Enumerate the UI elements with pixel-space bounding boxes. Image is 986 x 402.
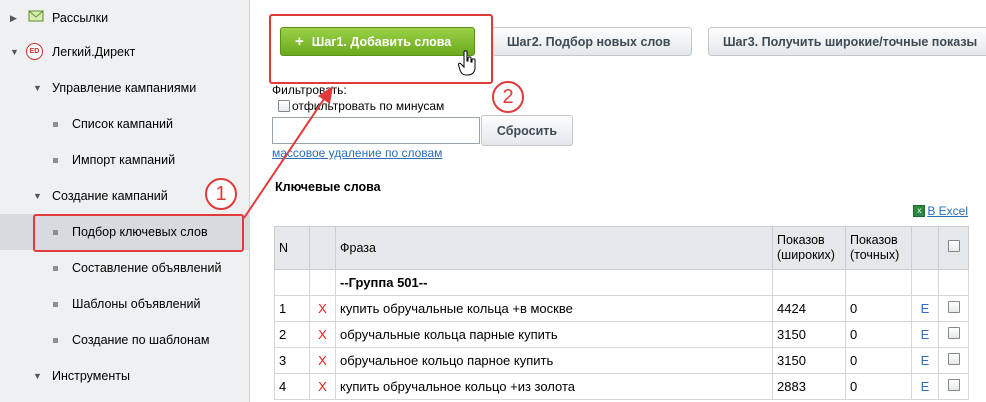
annotation-circle-2: 2 bbox=[492, 81, 524, 113]
excel-link-label: В Excel bbox=[927, 204, 968, 218]
row-phrase: купить обручальные кольца +в москве bbox=[335, 295, 773, 322]
col-header-phrase[interactable]: Фраза bbox=[335, 226, 773, 270]
col-header-edit bbox=[911, 226, 939, 270]
edit-row-button[interactable]: E bbox=[911, 373, 939, 400]
sidebar-item-label: Список кампаний bbox=[72, 117, 173, 131]
delete-row-button[interactable]: X bbox=[309, 295, 336, 322]
delete-row-button[interactable]: X bbox=[309, 347, 336, 374]
group-label: --Группа 501-- bbox=[335, 269, 773, 296]
expand-arrow-icon[interactable]: ▼ bbox=[33, 83, 42, 93]
sidebar-item-label: Импорт кампаний bbox=[72, 153, 176, 167]
table-header-row: N Фраза Показов (широких) Показов (точны… bbox=[274, 226, 969, 270]
row-broad: 4424 bbox=[772, 295, 846, 322]
row-exact: 0 bbox=[845, 373, 912, 400]
sidebar-item-ad-templates[interactable]: Шаблоны объявлений bbox=[0, 286, 250, 322]
col-header-broad-line2: (широких) bbox=[777, 248, 835, 262]
row-exact: 0 bbox=[845, 321, 912, 348]
row-number: 2 bbox=[274, 321, 310, 348]
expand-arrow-icon[interactable]: ▼ bbox=[33, 191, 42, 201]
sidebar-item-compose-ads[interactable]: Составление объявлений bbox=[0, 250, 250, 286]
filter-minus-row: отфильтровать по минусам bbox=[278, 99, 444, 113]
bullet-icon bbox=[53, 157, 58, 163]
table-row: 1 X купить обручальные кольца +в москве … bbox=[274, 295, 969, 322]
bullet-icon bbox=[53, 301, 58, 307]
bullet-icon bbox=[53, 337, 58, 343]
row-number: 3 bbox=[274, 347, 310, 374]
row-broad: 2883 bbox=[772, 373, 846, 400]
filter-minus-checkbox[interactable] bbox=[278, 100, 290, 112]
mail-icon bbox=[28, 10, 44, 22]
col-header-broad-line1: Показов bbox=[777, 233, 825, 247]
table-group-row: --Группа 501-- bbox=[274, 269, 969, 296]
mass-delete-link[interactable]: массовое удаление по словам bbox=[272, 146, 442, 160]
excel-export-link[interactable]: x В Excel bbox=[913, 204, 968, 218]
sidebar-item-legkiy-direct[interactable]: ▼ ED Легкий.Директ bbox=[0, 34, 250, 70]
sidebar-item-campaign-import[interactable]: Импорт кампаний bbox=[0, 142, 250, 178]
col-header-exact-line2: (точных) bbox=[850, 248, 900, 262]
table-row: 2 X обручальные кольца парные купить 315… bbox=[274, 321, 969, 348]
keywords-table: N Фраза Показов (широких) Показов (точны… bbox=[274, 226, 969, 400]
select-all-checkbox[interactable] bbox=[947, 240, 960, 252]
hand-cursor-icon bbox=[458, 50, 476, 76]
row-checkbox[interactable] bbox=[947, 327, 960, 339]
row-phrase: купить обручальное кольцо +из золота bbox=[335, 373, 773, 400]
row-checkbox[interactable] bbox=[947, 301, 960, 313]
delete-row-button[interactable]: X bbox=[309, 373, 336, 400]
row-phrase: обручальные кольца парные купить bbox=[335, 321, 773, 348]
sidebar-item-mailings[interactable]: ▶ Рассылки bbox=[0, 0, 250, 36]
expand-arrow-icon[interactable]: ▼ bbox=[33, 371, 42, 381]
sidebar-item-label: Создание по шаблонам bbox=[72, 333, 210, 347]
step2-new-words-button[interactable]: Шаг2. Подбор новых слов bbox=[492, 27, 692, 56]
row-broad: 3150 bbox=[772, 321, 846, 348]
col-header-select bbox=[938, 226, 969, 270]
row-number: 4 bbox=[274, 373, 310, 400]
row-number: 1 bbox=[274, 295, 310, 322]
sidebar-item-label: Инструменты bbox=[52, 369, 130, 383]
row-checkbox[interactable] bbox=[947, 379, 960, 391]
row-exact: 0 bbox=[845, 347, 912, 374]
row-exact: 0 bbox=[845, 295, 912, 322]
excel-icon: x bbox=[913, 205, 926, 217]
table-row: 4 X купить обручальное кольцо +из золота… bbox=[274, 373, 969, 400]
step2-label: Шаг2. Подбор новых слов bbox=[507, 34, 671, 49]
sidebar-item-label: Создание кампаний bbox=[52, 189, 168, 203]
filter-label: Фильтровать: bbox=[272, 83, 347, 97]
edit-row-button[interactable]: E bbox=[911, 295, 939, 322]
sidebar-item-label: Управление кампаниями bbox=[52, 81, 197, 95]
sidebar-item-create-from-templates[interactable]: Создание по шаблонам bbox=[0, 322, 250, 358]
filter-minus-label: отфильтровать по минусам bbox=[292, 99, 445, 113]
sidebar-item-label: Рассылки bbox=[52, 11, 109, 25]
row-phrase: обручальное кольцо парное купить bbox=[335, 347, 773, 374]
bullet-icon bbox=[53, 265, 58, 271]
col-header-delete bbox=[309, 226, 336, 270]
edit-row-button[interactable]: E bbox=[911, 321, 939, 348]
col-header-broad[interactable]: Показов (широких) bbox=[772, 226, 846, 270]
step3-label: Шаг3. Получить широкие/точные показы bbox=[723, 34, 978, 49]
reset-button[interactable]: Сбросить bbox=[481, 115, 573, 146]
annotation-circle-1: 1 bbox=[205, 178, 237, 210]
table-row: 3 X обручальное кольцо парное купить 315… bbox=[274, 347, 969, 374]
col-header-exact[interactable]: Показов (точных) bbox=[845, 226, 912, 270]
keywords-title: Ключевые слова bbox=[275, 180, 381, 194]
collapse-arrow-icon[interactable]: ▶ bbox=[10, 13, 17, 24]
delete-row-button[interactable]: X bbox=[309, 321, 336, 348]
filter-input[interactable] bbox=[272, 117, 480, 144]
sidebar-item-tools[interactable]: ▼ Инструменты bbox=[0, 358, 250, 394]
ed-icon: ED bbox=[26, 43, 43, 60]
row-broad: 3150 bbox=[772, 347, 846, 374]
sidebar-item-label: Составление объявлений bbox=[72, 261, 222, 275]
sidebar-item-label: Легкий.Директ bbox=[52, 45, 136, 59]
highlight-box-keyword-selection bbox=[33, 214, 244, 252]
edit-row-button[interactable]: E bbox=[911, 347, 939, 374]
col-header-exact-line1: Показов bbox=[850, 233, 898, 247]
sidebar-item-manage-campaigns[interactable]: ▼ Управление кампаниями bbox=[0, 70, 250, 106]
bullet-icon bbox=[53, 121, 58, 127]
row-checkbox[interactable] bbox=[947, 353, 960, 365]
step3-impressions-button[interactable]: Шаг3. Получить широкие/точные показы bbox=[708, 27, 986, 56]
col-header-n: N bbox=[274, 226, 310, 270]
sidebar-item-label: Шаблоны объявлений bbox=[72, 297, 201, 311]
expand-arrow-icon[interactable]: ▼ bbox=[10, 47, 19, 57]
sidebar-item-campaign-list[interactable]: Список кампаний bbox=[0, 106, 250, 142]
